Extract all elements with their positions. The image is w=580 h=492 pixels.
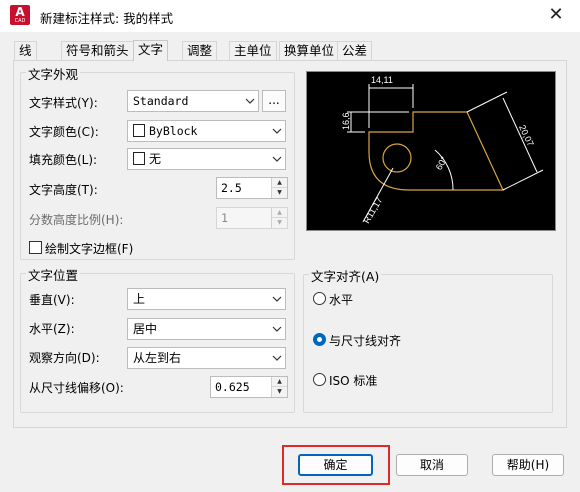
fill-color-label: 填充颜色(L):	[29, 153, 98, 167]
spin-up-icon: ▲	[272, 208, 287, 218]
offset-spinner[interactable]: 0.625 ▲ ▼	[210, 376, 288, 398]
align-horizontal-radio[interactable]	[313, 292, 326, 305]
fraction-height-spinner: 1 ▲ ▼	[216, 207, 288, 229]
fraction-height-value: 1	[221, 211, 228, 225]
text-height-value: 2.5	[221, 181, 242, 195]
offset-value: 0.625	[215, 380, 250, 394]
draw-frame-label: 绘制文字边框(F)	[45, 242, 134, 256]
fill-color-value: 无	[149, 152, 162, 166]
offset-label: 从尺寸线偏移(O):	[29, 381, 124, 395]
tab-primary-units[interactable]: 主单位	[229, 41, 277, 60]
align-dimline-label: 与尺寸线对齐	[329, 334, 402, 348]
text-alignment-title: 文字对齐(A)	[309, 266, 382, 285]
horizontal-label: 水平(Z):	[29, 322, 75, 336]
spin-down-icon[interactable]: ▼	[272, 188, 287, 198]
align-iso-label: ISO 标准	[329, 374, 378, 388]
chevron-down-icon	[272, 128, 282, 134]
preview-dim-left: 16,6	[341, 112, 351, 130]
align-iso-radio[interactable]	[313, 373, 326, 386]
app-icon: A CAD	[10, 5, 30, 25]
dimension-preview: 14,11 16,6 20,07 60° R11,17	[306, 71, 556, 231]
chevron-down-icon	[272, 326, 282, 332]
spin-down-icon[interactable]: ▼	[272, 387, 287, 397]
spinner-buttons: ▲ ▼	[271, 178, 287, 198]
text-style-label: 文字样式(Y):	[29, 96, 98, 110]
horizontal-combo[interactable]: 居中	[127, 318, 286, 340]
spinner-buttons: ▲ ▼	[271, 208, 287, 228]
horizontal-value: 居中	[133, 322, 158, 336]
text-style-browse-button[interactable]: ...	[262, 90, 286, 112]
vertical-value: 上	[133, 292, 146, 306]
tab-text[interactable]: 文字	[133, 40, 169, 61]
text-color-value: ByBlock	[149, 124, 198, 138]
chevron-down-icon	[272, 156, 282, 162]
tab-symbols-arrows[interactable]: 符号和箭头	[61, 41, 134, 60]
spin-up-icon[interactable]: ▲	[272, 377, 287, 387]
chevron-down-icon	[272, 355, 282, 361]
preview-dim-radius: R11,17	[361, 196, 384, 226]
help-button[interactable]: 帮助(H)	[492, 454, 564, 476]
tab-alternate-units[interactable]: 换算单位	[279, 41, 340, 60]
app-icon-letter: A	[15, 5, 25, 19]
vertical-combo[interactable]: 上	[127, 288, 286, 310]
color-swatch-icon	[133, 152, 145, 165]
draw-frame-checkbox[interactable]	[29, 241, 42, 254]
text-style-combo[interactable]: Standard	[127, 90, 259, 112]
close-icon[interactable]: ✕	[543, 3, 569, 29]
text-color-combo[interactable]: ByBlock	[127, 120, 286, 142]
ok-button[interactable]: 确定	[298, 454, 373, 476]
spin-down-icon: ▼	[272, 218, 287, 228]
app-icon-caption: CAD	[14, 18, 26, 24]
cancel-button[interactable]: 取消	[396, 454, 468, 476]
align-horizontal-label: 水平	[329, 293, 354, 307]
vertical-label: 垂直(V):	[29, 293, 75, 307]
preview-dim-top: 14,11	[371, 75, 393, 85]
chevron-down-icon	[245, 98, 255, 104]
view-direction-combo[interactable]: 从左到右	[127, 347, 286, 369]
tab-tolerances[interactable]: 公差	[337, 41, 373, 60]
preview-drawing: 14,11 16,6 20,07 60° R11,17	[341, 75, 544, 226]
text-appearance-title: 文字外观	[26, 64, 81, 83]
fraction-height-label: 分数高度比例(H):	[29, 213, 124, 227]
chevron-down-icon	[272, 296, 282, 302]
text-height-label: 文字高度(T):	[29, 183, 98, 197]
text-placement-title: 文字位置	[26, 265, 81, 284]
text-style-value: Standard	[133, 94, 189, 108]
tab-fit[interactable]: 调整	[182, 41, 218, 60]
align-dimline-radio[interactable]	[313, 333, 326, 346]
color-swatch-icon	[133, 124, 145, 137]
preview-dim-angle: 60°	[434, 155, 450, 172]
tab-lines[interactable]: 线	[14, 41, 37, 60]
text-color-label: 文字颜色(C):	[29, 125, 99, 139]
spin-up-icon[interactable]: ▲	[272, 178, 287, 188]
view-direction-label: 观察方向(D):	[29, 351, 100, 365]
text-height-spinner[interactable]: 2.5 ▲ ▼	[216, 177, 288, 199]
view-direction-value: 从左到右	[133, 351, 182, 365]
spinner-buttons: ▲ ▼	[271, 377, 287, 397]
window-title: 新建标注样式: 我的样式	[40, 11, 174, 26]
fill-color-combo[interactable]: 无	[127, 148, 286, 170]
